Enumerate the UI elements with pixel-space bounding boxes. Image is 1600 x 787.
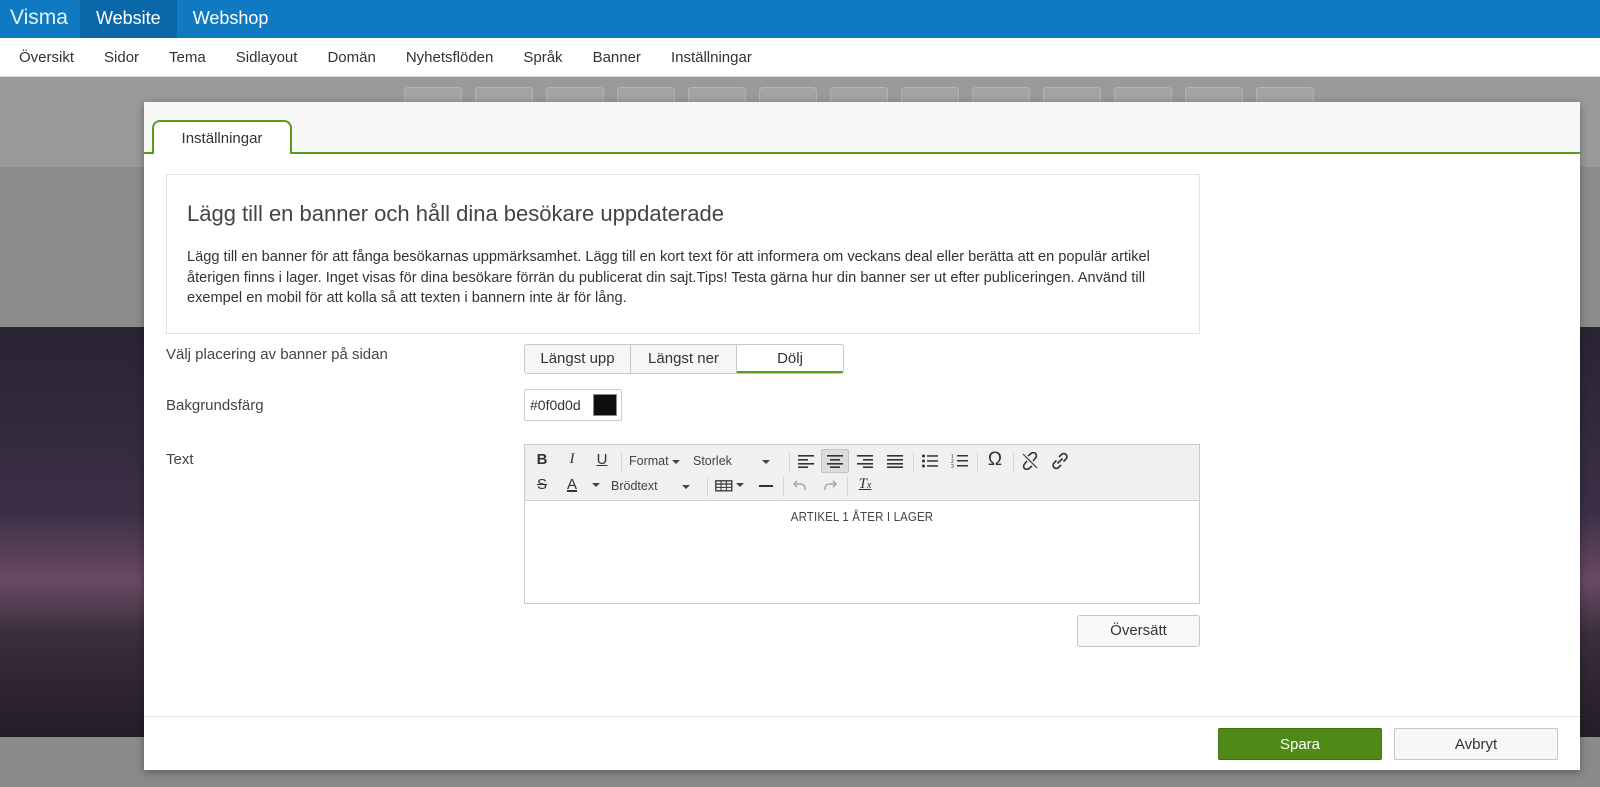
svg-text:3: 3 bbox=[951, 464, 954, 469]
background-color-field[interactable]: #0f0d0d bbox=[524, 389, 622, 421]
visma-logo[interactable]: Visma bbox=[0, 0, 80, 38]
placement-option-hide[interactable]: Dölj bbox=[737, 345, 843, 373]
save-button[interactable]: Spara bbox=[1218, 728, 1382, 760]
subnav-item-sidor[interactable]: Sidor bbox=[104, 49, 139, 66]
banner-settings-dialog: Inställningar Lägg till en banner och hå… bbox=[144, 102, 1580, 770]
subnav-item-doman[interactable]: Domän bbox=[327, 49, 375, 66]
table-icon[interactable] bbox=[715, 480, 733, 492]
translate-button[interactable]: Översätt bbox=[1077, 615, 1200, 647]
align-center-icon[interactable] bbox=[826, 454, 844, 468]
chevron-down-icon[interactable] bbox=[736, 483, 744, 487]
special-character-icon[interactable]: Ω bbox=[985, 449, 1005, 471]
align-left-icon[interactable] bbox=[797, 454, 815, 468]
text-label: Text bbox=[166, 451, 194, 468]
paragraph-style-dropdown[interactable]: Brödtext bbox=[611, 479, 697, 493]
subnav-item-installningar[interactable]: Inställningar bbox=[671, 49, 752, 66]
sub-navigation: Översikt Sidor Tema Sidlayout Domän Nyhe… bbox=[0, 38, 1600, 77]
cancel-button[interactable]: Avbryt bbox=[1394, 728, 1558, 760]
tab-installningar[interactable]: Inställningar bbox=[152, 120, 292, 154]
redo-icon[interactable] bbox=[823, 479, 837, 491]
info-description: Lägg till en banner för att fånga besöka… bbox=[187, 249, 1150, 306]
dialog-tab-bar: Inställningar bbox=[144, 102, 1580, 154]
subnav-item-sidlayout[interactable]: Sidlayout bbox=[236, 49, 298, 66]
chevron-down-icon bbox=[761, 459, 770, 464]
clear-formatting-icon[interactable]: Tx bbox=[855, 476, 875, 493]
bullet-list-icon[interactable] bbox=[921, 454, 939, 468]
placement-option-top[interactable]: Längst upp bbox=[525, 345, 631, 373]
placement-label: Välj placering av banner på sidan bbox=[166, 346, 388, 363]
underline-icon[interactable]: U bbox=[593, 451, 611, 468]
align-right-icon[interactable] bbox=[856, 454, 874, 468]
subnav-item-banner[interactable]: Banner bbox=[593, 49, 641, 66]
info-panel: Lägg till en banner och håll dina besöka… bbox=[166, 174, 1200, 334]
tab-website[interactable]: Website bbox=[80, 0, 177, 38]
subnav-item-sprak[interactable]: Språk bbox=[523, 49, 562, 66]
placement-segmented-control: Längst upp Längst ner Dölj bbox=[524, 344, 844, 374]
align-justify-icon[interactable] bbox=[886, 454, 904, 468]
italic-icon[interactable]: I bbox=[563, 451, 581, 468]
unlink-icon[interactable] bbox=[1021, 452, 1039, 470]
format-dropdown-label: Format bbox=[629, 454, 669, 468]
subnav-item-oversikt[interactable]: Översikt bbox=[19, 49, 74, 66]
tab-webshop[interactable]: Webshop bbox=[177, 0, 285, 38]
subnav-item-tema[interactable]: Tema bbox=[169, 49, 206, 66]
editor-toolbar: B I U Format Storlek 123 Ω S A Brödtext bbox=[525, 445, 1199, 501]
format-dropdown[interactable]: Format bbox=[629, 454, 680, 468]
chevron-down-icon bbox=[681, 484, 690, 489]
undo-icon[interactable] bbox=[793, 479, 807, 491]
editor-content[interactable]: ARTIKEL 1 ÅTER I LAGER bbox=[565, 509, 1158, 524]
size-dropdown-label: Storlek bbox=[693, 454, 732, 468]
subnav-item-nyhetsfloden[interactable]: Nyhetsflöden bbox=[406, 49, 494, 66]
paragraph-style-label: Brödtext bbox=[611, 479, 658, 493]
background-color-label: Bakgrundsfärg bbox=[166, 397, 264, 414]
bold-icon[interactable]: B bbox=[533, 451, 551, 468]
strikethrough-icon[interactable]: S bbox=[533, 476, 551, 493]
info-title: Lägg till en banner och håll dina besöka… bbox=[187, 201, 724, 226]
rich-text-editor: B I U Format Storlek 123 Ω S A Brödtext bbox=[524, 444, 1200, 604]
dialog-footer: Spara Avbryt bbox=[144, 716, 1580, 770]
text-color-icon[interactable]: A bbox=[563, 476, 581, 493]
placement-option-bottom[interactable]: Längst ner bbox=[631, 345, 737, 373]
color-swatch[interactable] bbox=[593, 394, 617, 416]
chevron-down-icon bbox=[671, 459, 680, 464]
size-dropdown[interactable]: Storlek bbox=[693, 454, 777, 468]
top-navigation-bar: Visma Website Webshop bbox=[0, 0, 1600, 38]
numbered-list-icon[interactable]: 123 bbox=[951, 453, 969, 469]
link-icon[interactable] bbox=[1051, 452, 1069, 470]
chevron-down-icon[interactable] bbox=[592, 483, 600, 487]
background-color-value: #0f0d0d bbox=[530, 397, 581, 413]
horizontal-rule-icon[interactable] bbox=[759, 485, 773, 487]
